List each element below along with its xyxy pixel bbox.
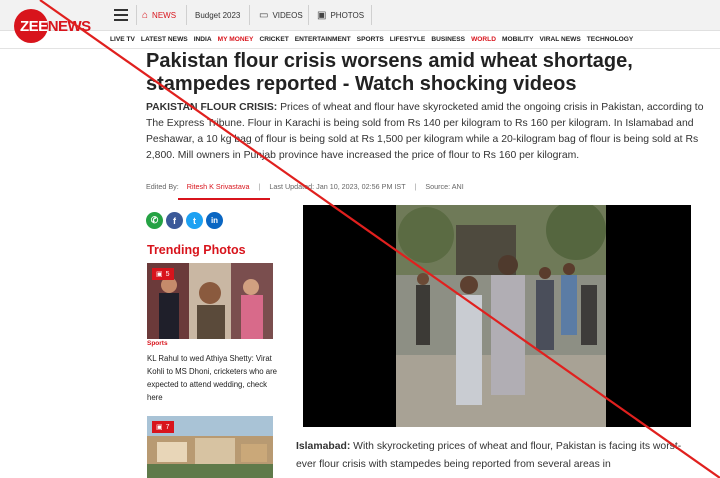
article-lead-paragraph: Islamabad: With skyrocketing prices of w… — [296, 438, 696, 474]
section-link[interactable]: INDIA — [194, 36, 212, 43]
facebook-icon[interactable]: f — [166, 212, 183, 229]
menu-icon[interactable] — [114, 9, 128, 21]
card-headline[interactable]: KL Rahul to wed Athiya Shetty: Virat Koh… — [147, 352, 277, 404]
section-link[interactable]: SPORTS — [357, 36, 384, 43]
updated-time: Last Updated: Jan 10, 2023, 02:56 PM IST — [269, 182, 406, 191]
section-link[interactable]: MOBILITY — [502, 36, 534, 43]
photo-icon: ▣ — [317, 10, 327, 21]
card-category[interactable]: Sports — [147, 340, 168, 347]
section-link[interactable]: LATEST NEWS — [141, 36, 188, 43]
section-link[interactable]: TECHNOLOGY — [587, 36, 634, 43]
divider — [308, 5, 309, 25]
photo-count-badge: ▣ 7 — [152, 421, 174, 433]
lead-dateline: Islamabad: — [296, 441, 351, 452]
video-player[interactable] — [303, 205, 691, 427]
divider — [136, 5, 137, 25]
section-link-active[interactable]: MY MONEY — [218, 36, 254, 43]
section-link[interactable]: LIVE TV — [110, 36, 135, 43]
video-frame — [396, 205, 606, 427]
nav-news[interactable]: ⌂ NEWS — [142, 0, 176, 31]
trending-photos-title: Trending Photos — [147, 243, 246, 257]
author-link[interactable]: Ritesh K Srivastava — [187, 182, 250, 191]
intro-lead: PAKISTAN FLOUR CRISIS: — [146, 102, 278, 113]
source: Source: ANI — [425, 182, 464, 191]
section-link[interactable]: CRICKET — [259, 36, 288, 43]
divider — [371, 5, 372, 25]
camera-icon: ▣ — [156, 271, 163, 278]
photo-count-badge: ▣ 5 — [152, 268, 174, 280]
section-link[interactable]: ENTERTAINMENT — [295, 36, 351, 43]
tv-icon: ▭ — [259, 10, 269, 21]
article-headline: Pakistan flour crisis worsens amid wheat… — [146, 50, 633, 95]
section-link[interactable]: LIFESTYLE — [390, 36, 426, 43]
divider — [186, 5, 187, 25]
divider — [249, 5, 250, 25]
nav-photos[interactable]: ▣ PHOTOS — [317, 0, 364, 31]
trending-card-image[interactable]: ▣ 7 — [147, 416, 273, 478]
byline-underline — [178, 198, 270, 200]
twitter-icon[interactable]: t — [186, 212, 203, 229]
divider — [0, 48, 720, 49]
lead-body: With skyrocketing prices of wheat and fl… — [296, 441, 682, 470]
camera-icon: ▣ — [156, 424, 163, 431]
zee-news-logo[interactable]: ZEENEWS — [14, 9, 91, 47]
top-header: ⌂ NEWS Budget 2023 ▭ VIDEOS ▣ PHOTOS — [0, 0, 720, 31]
section-link[interactable]: WORLD — [471, 36, 496, 43]
article-intro: PAKISTAN FLOUR CRISIS: Prices of wheat a… — [146, 100, 712, 164]
stampede-video-still — [396, 205, 606, 427]
home-icon: ⌂ — [142, 10, 149, 21]
section-link[interactable]: VIRAL NEWS — [539, 36, 580, 43]
linkedin-icon[interactable]: in — [206, 212, 223, 229]
nav-videos[interactable]: ▭ VIDEOS — [259, 0, 303, 31]
article-byline: Edited By: Ritesh K Srivastava | Last Up… — [146, 182, 464, 191]
share-bar: ✆ f t in — [146, 212, 223, 229]
logo-text: ZEENEWS — [20, 18, 91, 35]
whatsapp-icon[interactable]: ✆ — [146, 212, 163, 229]
section-link[interactable]: BUSINESS — [431, 36, 465, 43]
nav-budget[interactable]: Budget 2023 — [195, 0, 240, 31]
section-nav: LIVE TV LATEST NEWS INDIA MY MONEY CRICK… — [110, 31, 633, 48]
trending-card-image[interactable]: ▣ 5 — [147, 263, 273, 339]
